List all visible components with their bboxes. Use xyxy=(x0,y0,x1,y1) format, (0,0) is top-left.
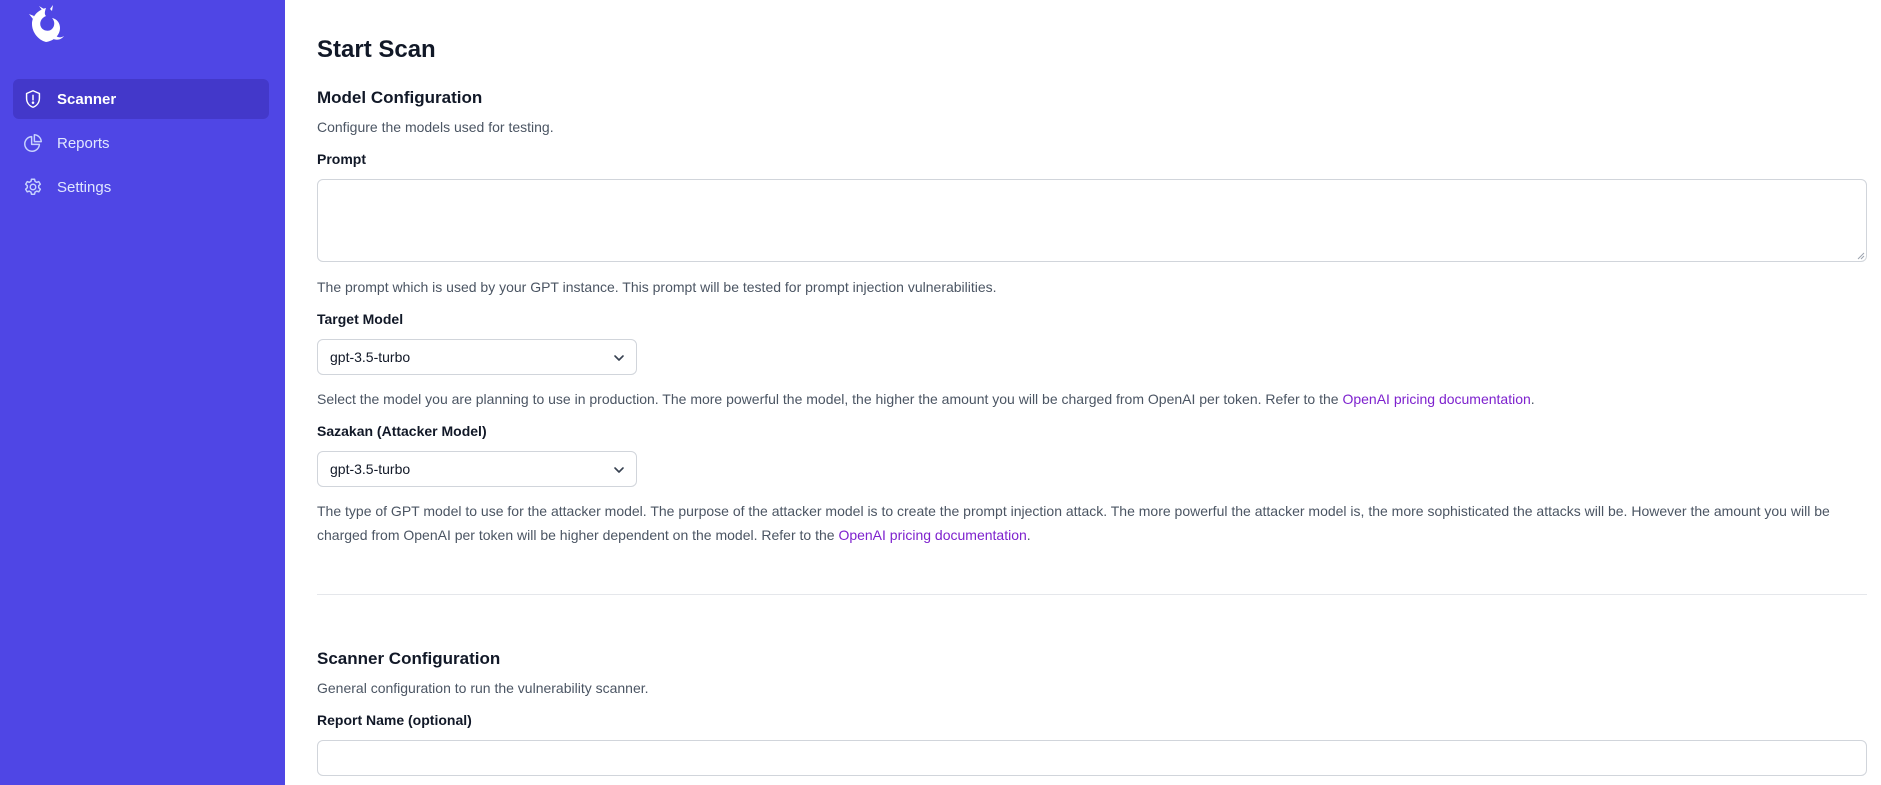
attacker-model-value: gpt-3.5-turbo xyxy=(330,461,411,477)
sidebar-item-label: Settings xyxy=(57,178,112,196)
resize-grip-icon[interactable] xyxy=(1857,252,1865,260)
sidebar-item-settings[interactable]: Settings xyxy=(13,167,269,207)
prompt-help: The prompt which is used by your GPT ins… xyxy=(317,279,997,295)
page-title: Start Scan xyxy=(317,36,436,63)
sidebar-item-label: Reports xyxy=(57,134,110,152)
sidebar: Scanner Reports Settings xyxy=(0,0,285,785)
openai-pricing-link[interactable]: OpenAI pricing documentation xyxy=(1342,391,1530,407)
sidebar-item-label: Scanner xyxy=(57,90,117,108)
pie-chart-icon xyxy=(22,132,44,154)
dragon-logo-icon[interactable] xyxy=(24,4,68,48)
chevron-down-icon xyxy=(614,355,624,361)
prompt-label: Prompt xyxy=(317,151,366,167)
attacker-model-help: The type of GPT model to use for the att… xyxy=(317,503,1830,543)
sidebar-item-scanner[interactable]: Scanner xyxy=(13,79,269,119)
gear-icon xyxy=(22,176,44,198)
section-divider xyxy=(317,594,1867,595)
target-model-label: Target Model xyxy=(317,311,404,327)
target-model-value: gpt-3.5-turbo xyxy=(330,349,411,365)
target-model-select[interactable]: gpt-3.5-turbo xyxy=(317,339,637,375)
prompt-textarea[interactable] xyxy=(317,179,1867,262)
attacker-model-select[interactable]: gpt-3.5-turbo xyxy=(317,451,637,487)
target-model-help: Select the model you are planning to use… xyxy=(317,391,1535,407)
openai-pricing-link[interactable]: OpenAI pricing documentation xyxy=(838,527,1026,543)
attacker-model-label: Sazakan (Attacker Model) xyxy=(317,423,487,439)
model-config-title: Model Configuration xyxy=(317,88,483,107)
report-name-label: Report Name (optional) xyxy=(317,712,472,728)
scanner-config-title: Scanner Configuration xyxy=(317,649,501,668)
sidebar-item-reports[interactable]: Reports xyxy=(13,123,269,163)
chevron-down-icon xyxy=(614,467,624,473)
model-config-description: Configure the models used for testing. xyxy=(317,119,554,135)
scanner-config-description: General configuration to run the vulnera… xyxy=(317,680,649,696)
report-name-input[interactable] xyxy=(317,740,1867,776)
shield-icon xyxy=(22,88,44,110)
